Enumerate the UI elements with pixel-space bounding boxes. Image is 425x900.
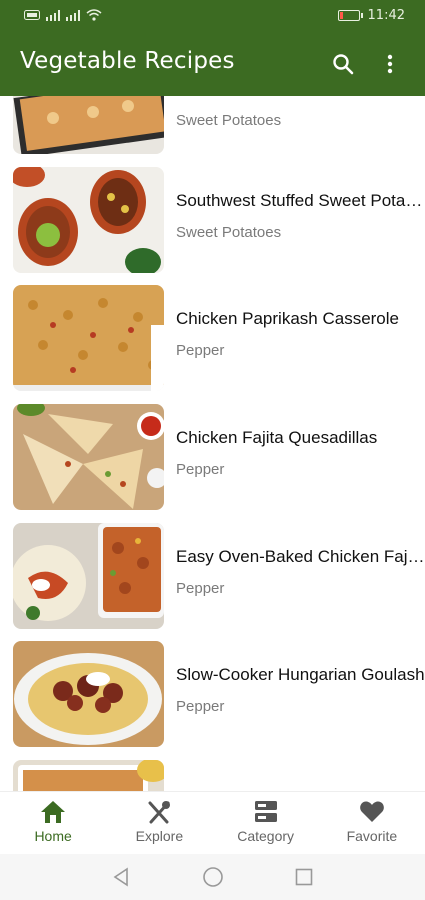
nav-label: Favorite xyxy=(346,828,398,844)
nav-label: Home xyxy=(34,828,72,844)
nav-label: Explore xyxy=(135,828,184,844)
recipe-category: Pepper xyxy=(176,342,225,359)
nav-home[interactable]: Home xyxy=(0,792,106,854)
status-indicators xyxy=(24,9,102,21)
wifi-icon xyxy=(86,9,102,21)
recipe-item[interactable]: Chicken Paprikash Casserole Pepper xyxy=(0,285,425,393)
bottom-navigation: Home Explore Category Favorite xyxy=(0,791,425,854)
status-time: 11:42 xyxy=(367,8,405,23)
recipe-title: Chicken Fajita Quesadillas xyxy=(176,428,378,447)
recipe-list[interactable]: Sweet Potatoes Southwest Stuffed Sweet P… xyxy=(0,96,425,791)
category-icon xyxy=(254,801,277,822)
nav-explore[interactable]: Explore xyxy=(106,792,212,854)
battery-icon xyxy=(337,10,363,21)
nav-label: Category xyxy=(237,828,295,844)
recipe-title: Easy Oven-Baked Chicken Fajitas xyxy=(176,547,425,566)
more-options-button[interactable] xyxy=(374,48,406,80)
nav-favorite[interactable]: Favorite xyxy=(319,792,425,854)
recipe-thumbnail xyxy=(13,523,164,629)
recipe-category: Pepper xyxy=(176,698,225,715)
recipe-item[interactable]: Southwest Stuffed Sweet Potatoes Sweet P… xyxy=(0,167,425,275)
home-icon xyxy=(41,801,66,823)
recipe-item[interactable]: Chicken Fajita Quesadillas Pepper xyxy=(0,404,425,512)
search-button[interactable] xyxy=(327,48,359,80)
recipe-category: Sweet Potatoes xyxy=(176,112,282,129)
search-icon xyxy=(333,54,354,75)
app-bar: Vegetable Recipes xyxy=(0,32,425,96)
recipe-thumbnail xyxy=(13,96,164,154)
recipe-title: Southwest Stuffed Sweet Potatoes xyxy=(176,191,425,210)
signal-icon xyxy=(46,9,60,21)
recipe-thumbnail xyxy=(13,285,164,391)
recipe-item[interactable] xyxy=(0,760,425,791)
recipe-thumbnail xyxy=(13,760,164,791)
home-circle-icon[interactable] xyxy=(202,866,224,888)
nav-category[interactable]: Category xyxy=(213,792,319,854)
recipe-thumbnail xyxy=(13,404,164,510)
fork-knife-icon xyxy=(148,801,171,824)
recipe-category: Pepper xyxy=(176,461,225,478)
signal-icon-2 xyxy=(66,9,80,21)
status-bar: 11:42 xyxy=(0,0,425,32)
recipe-title: Chicken Paprikash Casserole xyxy=(176,309,399,328)
recipe-category: Pepper xyxy=(176,580,225,597)
recipe-item[interactable]: Sweet Potatoes xyxy=(0,96,425,156)
nfc-icon xyxy=(24,10,40,20)
app-title: Vegetable Recipes xyxy=(20,48,235,74)
recipe-thumbnail xyxy=(13,167,164,273)
recipe-thumbnail xyxy=(13,641,164,747)
heart-icon xyxy=(360,801,384,822)
back-icon[interactable] xyxy=(112,867,132,887)
app-screen: 11:42 Vegetable Recipes Sweet Potatoes S… xyxy=(0,0,425,900)
recipe-category: Sweet Potatoes xyxy=(176,224,282,241)
system-navigation-bar xyxy=(0,854,425,900)
recipe-item[interactable]: Easy Oven-Baked Chicken Fajitas Pepper xyxy=(0,523,425,631)
recents-icon[interactable] xyxy=(294,867,314,887)
recipe-title: Slow-Cooker Hungarian Goulash xyxy=(176,665,425,684)
recipe-item[interactable]: Slow-Cooker Hungarian Goulash Pepper xyxy=(0,641,425,749)
status-right: 11:42 xyxy=(337,8,405,23)
more-vert-icon xyxy=(387,54,393,74)
